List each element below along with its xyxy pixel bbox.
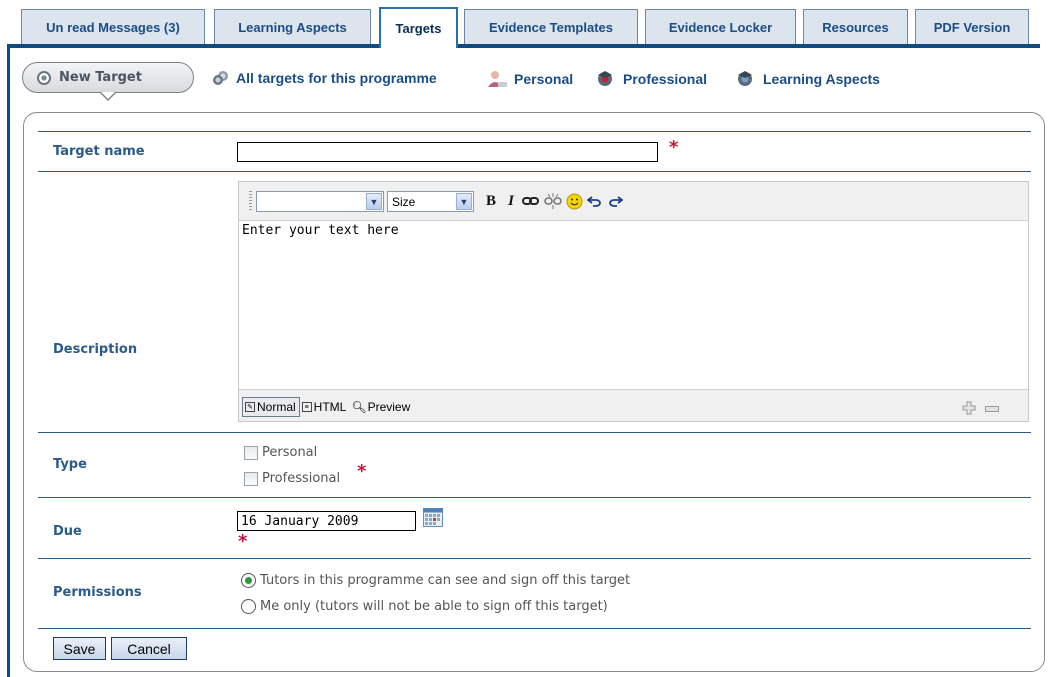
smiley-icon[interactable] (565, 192, 583, 210)
professional-option-label: Professional (262, 471, 341, 486)
learning-aspects-icon (738, 71, 752, 86)
all-targets-label: All targets for this programme (236, 70, 437, 86)
personal-option-label: Personal (262, 445, 318, 460)
tab-pdf-version[interactable]: PDF Version (915, 9, 1029, 45)
personal-checkbox[interactable] (244, 445, 258, 460)
required-marker: * (238, 531, 248, 552)
row-divider (38, 432, 1031, 433)
tab-evidence-locker[interactable]: Evidence Locker (645, 9, 796, 45)
font-select[interactable]: ▼ (256, 191, 384, 212)
professional-checkbox[interactable] (244, 471, 258, 486)
expand-icon[interactable] (961, 401, 977, 415)
description-label: Description (53, 342, 138, 357)
tab-targets[interactable]: Targets (379, 7, 458, 48)
personal-icon (488, 71, 507, 87)
editor-body-text: Enter your text here (242, 223, 399, 238)
unlink-icon[interactable] (544, 192, 562, 210)
tutors-radio[interactable] (241, 573, 256, 588)
rich-text-editor: ▼ Size ▼ B I Enter your text here ✎ Norm… (238, 181, 1029, 422)
html-mode-label: HTML (313, 400, 347, 414)
new-target-button[interactable]: New Target (22, 62, 194, 101)
target-icon (37, 70, 51, 85)
normal-mode-button[interactable]: ✎ Normal (242, 397, 300, 417)
permission-option-tutors: Tutors in this programme can see and sig… (241, 573, 630, 588)
preview-mode-button[interactable]: 🔍︎ Preview (349, 397, 413, 417)
html-mode-icon: ≡ (301, 402, 312, 412)
preview-mode-label: Preview (367, 400, 411, 414)
tab-resources[interactable]: Resources (803, 9, 908, 45)
row-divider (38, 497, 1031, 498)
target-name-input[interactable] (237, 142, 658, 162)
size-select[interactable]: Size ▼ (387, 191, 474, 212)
chevron-down-icon: ▼ (366, 193, 382, 210)
type-label: Type (53, 457, 87, 472)
html-mode-button[interactable]: ≡ HTML (300, 397, 350, 417)
editor-toolbar: ▼ Size ▼ B I (239, 182, 1028, 220)
calendar-icon[interactable] (423, 508, 443, 527)
tab-unread-messages[interactable]: Un read Messages (3) (21, 9, 205, 45)
row-divider (38, 558, 1031, 559)
personal-link[interactable]: Personal (486, 70, 573, 88)
save-button[interactable]: Save (53, 637, 106, 660)
target-name-label: Target name (53, 144, 145, 159)
content-left-rail (7, 44, 10, 677)
tab-bar: Un read Messages (3) Learning Aspects Ta… (0, 0, 1049, 48)
type-option-personal: Personal (244, 445, 317, 460)
learning-aspects-label: Learning Aspects (763, 71, 880, 87)
all-targets-link[interactable]: All targets for this programme (212, 70, 437, 86)
due-label: Due (53, 524, 82, 539)
cancel-button[interactable]: Cancel (111, 637, 187, 660)
size-select-value: Size (392, 194, 416, 209)
tab-baseline (7, 44, 1040, 48)
editor-text-area[interactable]: Enter your text here (239, 220, 1028, 390)
permissions-label: Permissions (53, 585, 142, 600)
new-target-label: New Target (59, 70, 142, 85)
magnifier-icon: 🔍︎ (351, 400, 367, 414)
type-option-professional: Professional (244, 471, 340, 486)
bold-icon[interactable]: B (482, 192, 500, 210)
professional-icon (598, 71, 612, 86)
normal-mode-icon: ✎ (245, 402, 255, 412)
permission-option-me-only: Me only (tutors will not be able to sign… (241, 599, 608, 614)
targets-group-icon (213, 71, 228, 85)
personal-label: Personal (514, 71, 574, 87)
learning-aspects-link[interactable]: Learning Aspects (735, 70, 880, 88)
me-only-option-label: Me only (tutors will not be able to sign… (260, 599, 608, 614)
tutors-option-label: Tutors in this programme can see and sig… (260, 573, 631, 588)
professional-link[interactable]: Professional (595, 70, 707, 88)
normal-mode-label: Normal (257, 400, 296, 414)
tab-learning-aspects[interactable]: Learning Aspects (214, 9, 371, 45)
due-date-input[interactable] (237, 511, 416, 531)
link-icon[interactable] (522, 192, 540, 210)
required-marker: * (669, 137, 679, 158)
row-divider (38, 628, 1031, 629)
redo-icon[interactable] (606, 192, 624, 210)
shrink-icon[interactable] (985, 406, 999, 412)
undo-icon[interactable] (586, 192, 604, 210)
tab-evidence-templates[interactable]: Evidence Templates (464, 9, 638, 45)
toolbar-grip-icon (249, 191, 252, 211)
professional-label: Professional (623, 71, 708, 87)
target-action-bar: New Target All targets for this programm… (22, 62, 1049, 101)
required-marker: * (357, 461, 367, 482)
editor-mode-bar: ✎ Normal ≡ HTML 🔍︎ Preview (242, 397, 413, 417)
italic-icon[interactable]: I (502, 192, 520, 210)
row-divider (38, 131, 1031, 132)
me-only-radio[interactable] (241, 599, 256, 614)
row-divider (38, 171, 1031, 172)
chevron-down-icon: ▼ (456, 193, 472, 210)
